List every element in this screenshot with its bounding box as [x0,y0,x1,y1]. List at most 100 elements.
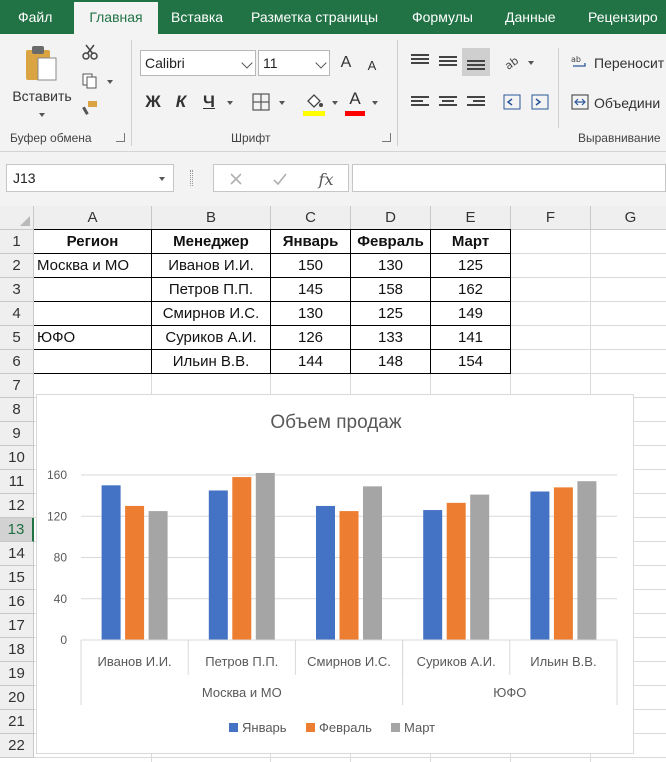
table-cell[interactable]: Смирнов И.С. [152,302,270,326]
decrease-indent-icon[interactable] [502,92,522,112]
table-cell[interactable]: Ильин В.В. [152,350,270,374]
table-cell[interactable]: Петров П.П. [152,278,270,302]
insert-function-button[interactable]: fx [314,168,338,190]
copy-dropdown-icon[interactable] [107,80,113,84]
table-cell[interactable]: 154 [431,350,510,374]
table-cell[interactable] [34,350,151,374]
wrap-text-icon[interactable]: ab [570,52,590,72]
table-cell[interactable]: Иванов И.И. [152,254,270,278]
column-header-b[interactable]: B [152,206,271,230]
name-box[interactable]: J13 [6,164,174,192]
column-header-g[interactable]: G [591,206,666,230]
font-name-chevron-down-icon[interactable] [241,57,253,69]
row-header-10[interactable]: 10 [0,446,34,470]
table-cell[interactable]: 133 [351,326,430,350]
row-header-8[interactable]: 8 [0,398,34,422]
column-header-e[interactable]: E [431,206,511,230]
row-header-4[interactable]: 4 [0,302,34,326]
row-header-1[interactable]: 1 [0,230,34,254]
header-cell[interactable]: Регион [34,230,151,254]
format-painter-icon[interactable] [80,98,100,118]
borders-icon[interactable] [250,92,272,112]
table-cell[interactable]: 162 [431,278,510,302]
underline-button[interactable]: Ч [198,90,220,114]
table-cell[interactable]: Суриков А.И. [152,326,270,350]
header-cell[interactable]: Февраль [351,230,430,254]
merge-cells-button[interactable]: Объедини [594,92,660,114]
table-cell[interactable]: 145 [271,278,350,302]
paste-button[interactable]: Вставить [6,86,78,106]
table-cell[interactable] [34,278,151,302]
underline-dropdown-icon[interactable] [227,101,233,105]
align-right-icon[interactable] [467,96,485,108]
tab-file[interactable]: Файл [18,0,52,34]
row-header-22[interactable]: 22 [0,734,34,758]
cut-icon[interactable] [80,42,100,62]
table-cell[interactable]: 125 [431,254,510,278]
table-cell[interactable]: ЮФО [34,326,151,350]
align-middle-icon[interactable] [439,56,457,68]
row-header-18[interactable]: 18 [0,638,34,662]
tab-home[interactable]: Главная [74,2,158,34]
align-top-icon[interactable] [411,54,429,66]
row-header-12[interactable]: 12 [0,494,34,518]
row-header-9[interactable]: 9 [0,422,34,446]
font-size-combo[interactable]: 11 [258,50,330,76]
italic-button[interactable]: К [170,90,192,114]
font-name-combo[interactable]: Calibri [140,50,256,76]
row-header-7[interactable]: 7 [0,374,34,398]
table-cell[interactable]: 130 [271,302,350,326]
row-header-15[interactable]: 15 [0,566,34,590]
column-header-f[interactable]: F [511,206,591,230]
orientation-dropdown-icon[interactable] [528,61,534,65]
header-cell[interactable]: Март [431,230,510,254]
table-cell[interactable]: Москва и МО [34,254,151,278]
table-cell[interactable]: 144 [271,350,350,374]
formula-bar-grip-icon[interactable] [190,170,193,186]
tab-page-layout[interactable]: Разметка страницы [251,0,378,34]
decrease-font-button[interactable]: A [362,54,382,76]
table-cell[interactable]: 141 [431,326,510,350]
table-cell[interactable]: 126 [271,326,350,350]
align-bottom-icon[interactable] [467,60,485,72]
align-left-icon[interactable] [411,96,429,108]
name-box-dropdown-icon[interactable] [159,177,165,181]
tab-review[interactable]: Рецензиро [588,0,658,34]
tab-formulas[interactable]: Формулы [412,0,473,34]
row-header-13[interactable]: 13 [0,518,34,542]
table-cell[interactable]: 125 [351,302,430,326]
merge-cells-icon[interactable] [570,92,590,112]
font-color-dropdown-icon[interactable] [372,101,378,105]
column-header-a[interactable]: A [34,206,152,230]
wrap-text-button[interactable]: Переносит [594,52,664,74]
row-header-21[interactable]: 21 [0,710,34,734]
fill-color-dropdown-icon[interactable] [332,101,338,105]
clipboard-launcher-icon[interactable] [116,133,125,142]
increase-indent-icon[interactable] [530,92,550,112]
header-cell[interactable]: Январь [271,230,350,254]
chart-sales-volume[interactable]: Объем продаж 0 40 80 120 160 Иванов И.И. Петров… [36,394,634,754]
table-cell[interactable]: 148 [351,350,430,374]
table-cell[interactable] [34,302,151,326]
paste-dropdown-icon[interactable] [39,113,45,117]
tab-insert[interactable]: Вставка [171,0,223,34]
row-header-6[interactable]: 6 [0,350,34,374]
table-cell[interactable]: 158 [351,278,430,302]
row-header-2[interactable]: 2 [0,254,34,278]
paste-icon[interactable] [12,42,72,86]
row-header-16[interactable]: 16 [0,590,34,614]
table-cell[interactable]: 130 [351,254,430,278]
row-header-20[interactable]: 20 [0,686,34,710]
increase-font-button[interactable]: A [336,52,356,74]
fill-color-icon[interactable] [302,90,326,112]
orientation-icon[interactable]: ab [502,52,522,72]
borders-dropdown-icon[interactable] [279,101,285,105]
header-cell[interactable]: Менеджер [152,230,270,254]
formula-input[interactable] [352,164,666,192]
enter-icon[interactable] [270,169,290,189]
row-header-17[interactable]: 17 [0,614,34,638]
row-header-11[interactable]: 11 [0,470,34,494]
bold-button[interactable]: Ж [142,90,164,114]
row-header-3[interactable]: 3 [0,278,34,302]
font-color-button[interactable]: A [345,88,365,110]
